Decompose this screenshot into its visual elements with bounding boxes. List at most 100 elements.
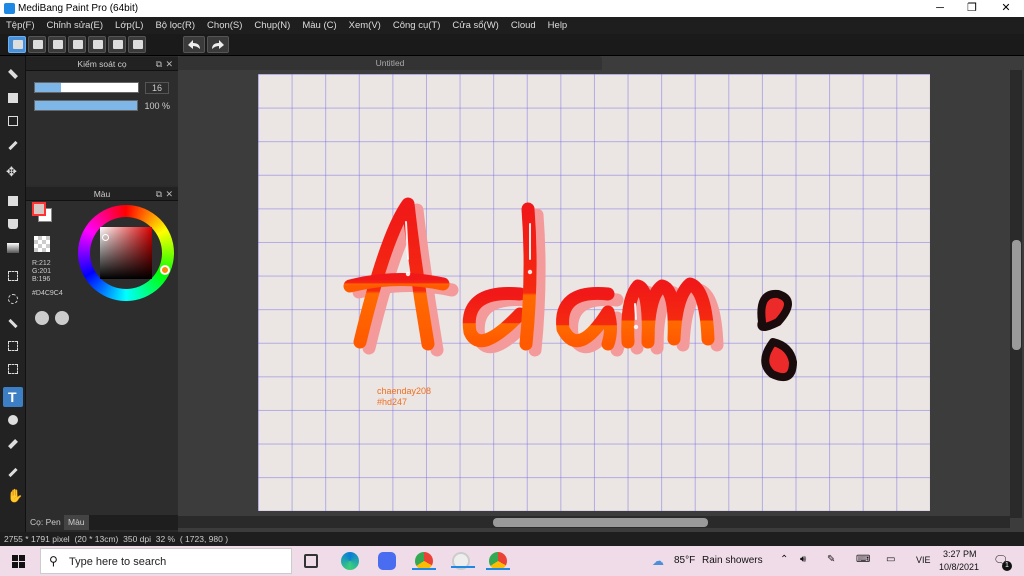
input-language[interactable]: VIE [916,555,931,565]
chrome-icon[interactable] [412,552,436,570]
windows-start-icon[interactable] [12,555,25,568]
chat-button[interactable] [68,36,86,53]
menu-window[interactable]: Cửa sổ(W) [446,17,504,34]
chevron-up-icon[interactable]: ⌃ [780,554,788,565]
minimize-button[interactable]: ─ [923,0,957,17]
eyedropper-tool[interactable] [3,434,23,454]
drawing-canvas[interactable]: chaenday208 #hd247 [258,74,930,511]
menu-layer[interactable]: Lớp(L) [109,17,149,34]
document-tab[interactable]: Untitled [178,56,602,70]
menu-help[interactable]: Help [542,17,574,34]
magic-wand-icon [8,318,18,329]
text-icon: T [8,389,17,405]
color-wheel[interactable] [78,205,174,301]
task-view-icon[interactable] [304,554,318,568]
foreground-color-swatch[interactable] [32,202,46,216]
text-tool[interactable]: T [3,387,23,407]
select-tool[interactable] [3,266,23,286]
menu-view[interactable]: Xem(V) [343,17,387,34]
zoom-icon[interactable] [378,552,396,570]
eraser-tool[interactable] [3,88,23,108]
dpi: 350 dpi [123,534,151,544]
fill-rect-tool[interactable] [3,191,23,211]
share-button[interactable] [28,36,46,53]
weather-temp[interactable]: 85°F [674,555,695,566]
menu-cloud[interactable]: Cloud [505,17,542,34]
tool-strip: ✥ T ✋ [0,56,26,532]
move-tool[interactable]: ✥ [3,163,23,183]
windows-taskbar: ⚲ Type here to search ☁ 85°F Rain shower… [0,546,1024,576]
menu-edit[interactable]: Chỉnh sửa(E) [41,17,110,34]
display-icon[interactable]: ▭ [886,554,895,565]
close-icon[interactable]: ✕ [165,187,173,201]
close-button[interactable]: ✕ [989,0,1023,17]
gradient-tool[interactable] [3,238,23,258]
clock-time[interactable]: 3:27 PM [943,549,977,559]
dot-tool[interactable] [3,135,23,155]
hand-tool[interactable]: ✋ [3,486,23,506]
shape-tool[interactable] [3,111,23,131]
tab-brush[interactable]: Cọ: Pen [26,515,65,530]
panel-tabs: Cọ: Pen Màu [26,515,178,530]
menu-file[interactable]: Tệp(F) [0,17,41,34]
color-panel: Màu ⧉ ✕ R:212 G:201 B:196 #D4C9C4 [26,187,178,515]
eyedropper-icon [8,439,18,449]
redo-icon [212,40,224,49]
vertical-scrollbar[interactable] [1010,70,1022,518]
scroll-thumb[interactable] [493,518,708,527]
hue-knob[interactable] [160,265,170,275]
medibang-taskbar-icon[interactable] [451,552,475,570]
maximize-button[interactable]: ❐ [955,0,989,17]
clock-date[interactable]: 10/8/2021 [939,562,979,572]
chrome-profile-icon[interactable] [486,552,510,570]
menu-select[interactable]: Chọn(S) [201,17,248,34]
pen-select-tool[interactable] [3,462,23,482]
palette-icon[interactable] [35,311,49,325]
transparent-swatch-icon[interactable] [34,236,50,252]
brush-size-slider[interactable] [34,82,139,93]
scroll-thumb[interactable] [1012,240,1021,350]
speaker-icon[interactable]: 🔊︎ [800,554,806,565]
redo-button[interactable] [207,36,229,53]
menu-filter[interactable]: Bộ lọc(R) [149,17,201,34]
page-button[interactable] [88,36,106,53]
menu-tools[interactable]: Công cụ(T) [387,17,447,34]
saturation-knob[interactable] [102,234,109,241]
magic-wand-tool[interactable] [3,313,23,333]
horizontal-scrollbar[interactable] [178,516,1010,528]
bucket-tool[interactable] [3,214,23,234]
layer-list-button[interactable] [108,36,126,53]
close-icon[interactable]: ✕ [165,57,173,71]
eraser-icon [8,93,18,103]
marquee-icon [8,271,18,281]
taskbar-search-box[interactable]: ⚲ Type here to search [40,548,292,574]
menu-capture[interactable]: Chụp(N) [248,17,296,34]
keyboard-icon[interactable]: ⌨ [856,554,870,565]
line-icon [8,140,18,151]
cloud-button[interactable] [8,36,26,53]
palette-add-icon[interactable] [55,311,69,325]
lasso-tool[interactable] [3,289,23,309]
grid-button[interactable] [128,36,146,53]
select-eraser-tool[interactable] [3,359,23,379]
active-indicator [451,566,475,568]
comment-button[interactable] [48,36,66,53]
float-icon[interactable]: ⧉ [156,187,162,201]
undo-button[interactable] [183,36,205,53]
lettering-artwork [343,197,797,381]
credit-name: chaenday208 [377,386,432,396]
rectangle-icon [8,116,18,126]
weather-text[interactable]: Rain showers [702,555,763,566]
pen-workspace-icon[interactable]: ✎ [827,554,835,565]
tab-color[interactable]: Màu [64,515,89,530]
float-icon[interactable]: ⧉ [156,57,162,71]
brush-tool[interactable] [3,64,23,84]
menu-color[interactable]: Màu (C) [296,17,342,34]
edge-icon[interactable] [341,552,359,570]
opacity-slider[interactable] [34,100,138,111]
divide-tool[interactable] [3,410,23,430]
zoom-level: 32 % [155,534,176,544]
brush-size-value[interactable]: 16 [144,82,169,94]
hex-value[interactable]: #D4C9C4 [32,290,63,297]
select-pen-tool[interactable] [3,336,23,356]
